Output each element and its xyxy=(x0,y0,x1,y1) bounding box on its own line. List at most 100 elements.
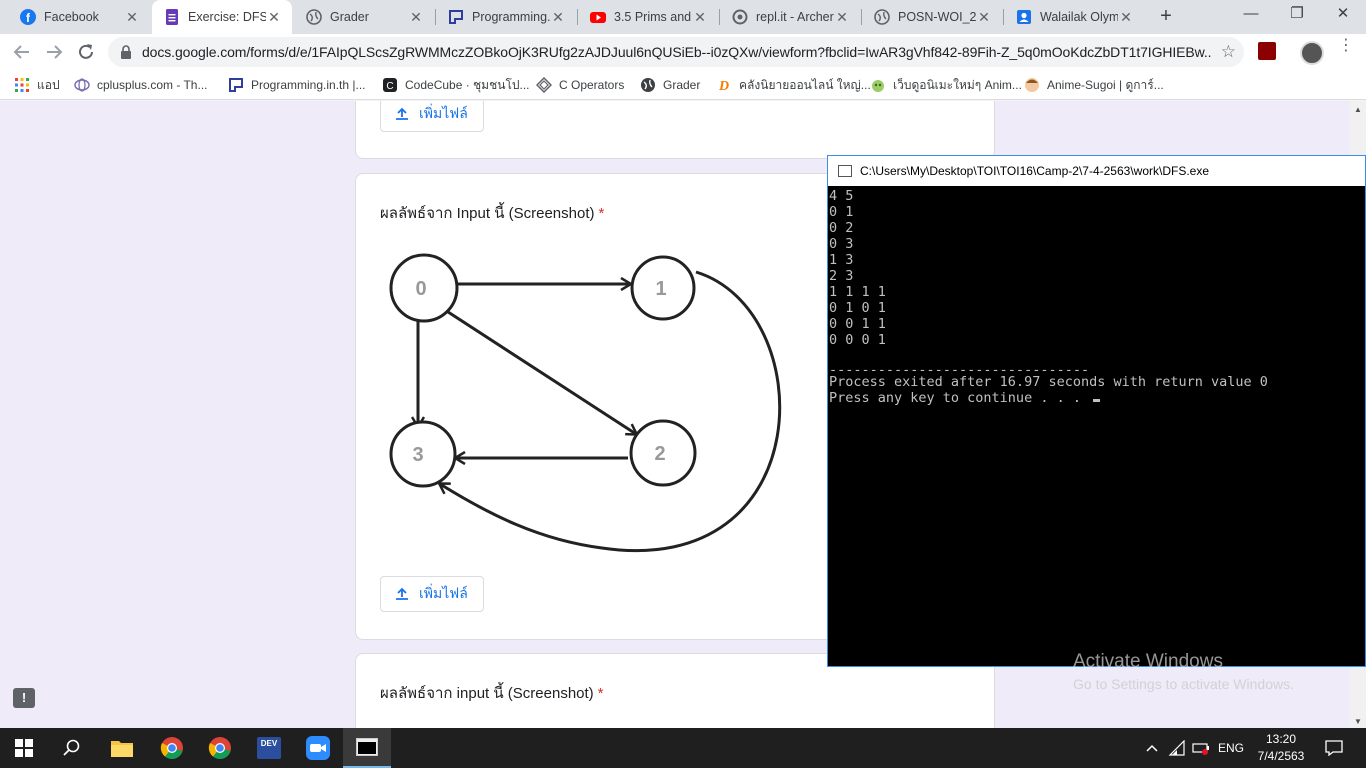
new-tab-button[interactable]: + xyxy=(1154,5,1178,29)
console-line: 0 2 xyxy=(829,220,854,236)
tab-grader[interactable]: Grader ✕ xyxy=(294,0,434,34)
close-tab-icon[interactable]: ✕ xyxy=(408,9,424,26)
bookmark-grader[interactable]: Grader xyxy=(640,76,700,94)
activate-windows-subtitle: Go to Settings to activate Windows. xyxy=(1073,676,1294,692)
browser-menu-button[interactable]: ⋮ xyxy=(1338,38,1354,66)
start-button[interactable] xyxy=(0,728,48,768)
google-forms-icon xyxy=(164,9,180,25)
console-line: 0 0 0 1 xyxy=(829,332,886,348)
bookmark-label: Programming.in.th |... xyxy=(251,78,366,92)
close-window-button[interactable]: ✕ xyxy=(1320,0,1366,30)
report-feedback-button[interactable]: ! xyxy=(13,688,35,708)
add-file-button[interactable]: เพิ่มไฟล์ xyxy=(380,576,484,612)
bookmark-star-icon[interactable]: ☆ xyxy=(1221,42,1236,62)
console-line: Process exited after 16.97 seconds with … xyxy=(829,374,1268,390)
console-titlebar[interactable]: C:\Users\My\Desktop\TOI\TOI16\Camp-2\7-4… xyxy=(828,156,1365,186)
bookmark-cplusplus[interactable]: cplusplus.com - Th... xyxy=(74,76,207,94)
globe-icon xyxy=(306,9,322,25)
browser-toolbar: docs.google.com/forms/d/e/1FAIpQLScsZgRW… xyxy=(0,34,1366,70)
console-window[interactable]: C:\Users\My\Desktop\TOI\TOI16\Camp-2\7-4… xyxy=(827,155,1366,667)
back-button[interactable] xyxy=(10,40,34,64)
bookmark-programming-in-th[interactable]: Programming.in.th |... xyxy=(228,76,366,94)
dev-cpp-icon: DEV xyxy=(257,737,281,759)
scroll-down-arrow-icon[interactable]: ▼ xyxy=(1354,717,1362,726)
tab-youtube-prims[interactable]: 3.5 Prims and K ✕ xyxy=(578,0,718,34)
close-tab-icon[interactable]: ✕ xyxy=(1118,9,1134,26)
bookmark-c-operators[interactable]: C Operators xyxy=(536,76,624,94)
graph-node-label: 1 xyxy=(655,278,666,300)
add-file-label: เพิ่มไฟล์ xyxy=(419,585,468,601)
question-title-text: ผลลัพธ์จาก Input นี้ (Screenshot) xyxy=(380,205,595,222)
console-prompt-line: Press any key to continue . . . xyxy=(829,390,1365,406)
show-hidden-icons-button[interactable] xyxy=(1142,728,1162,768)
tab-programming[interactable]: Programming.i ✕ xyxy=(436,0,576,34)
tab-posn-woi[interactable]: POSN-WOI_2- ✕ xyxy=(862,0,1002,34)
console-window-icon xyxy=(838,165,852,177)
graph-node-3: 3 xyxy=(389,420,457,488)
anime-sugoi-icon xyxy=(1025,78,1039,92)
taskbar-search-button[interactable] xyxy=(48,728,96,768)
bookmark-apps[interactable]: แอป xyxy=(14,76,60,94)
taskbar-clock[interactable]: 13:20 7/4/2563 xyxy=(1248,731,1314,765)
tab-title: Facebook xyxy=(44,10,99,24)
replit-icon xyxy=(732,9,748,25)
bookmark-codecube[interactable]: C CodeCube · ชุมชนโป... xyxy=(382,76,530,94)
taskbar-zoom[interactable] xyxy=(294,728,342,768)
input-language[interactable]: ENG xyxy=(1214,728,1248,768)
network-status[interactable] xyxy=(1166,728,1188,768)
arrow-right-icon xyxy=(47,45,63,59)
url-text[interactable]: docs.google.com/forms/d/e/1FAIpQLScsZgRW… xyxy=(142,44,1212,60)
console-line: 1 1 1 1 xyxy=(829,284,886,300)
globe-icon xyxy=(641,78,655,92)
close-tab-icon[interactable]: ✕ xyxy=(550,9,566,26)
action-center-button[interactable] xyxy=(1318,728,1350,768)
console-line: 0 3 xyxy=(829,236,854,252)
close-tab-icon[interactable]: ✕ xyxy=(266,9,282,26)
windows-logo-icon xyxy=(15,739,33,757)
profile-avatar[interactable] xyxy=(1300,41,1324,65)
taskbar-chrome-1[interactable] xyxy=(148,728,196,768)
tab-facebook[interactable]: f Facebook ✕ xyxy=(8,0,150,34)
taskbar-console[interactable] xyxy=(343,728,391,768)
close-tab-icon[interactable]: ✕ xyxy=(692,9,708,26)
tab-exercise-dfs[interactable]: Exercise: DFS c ✕ xyxy=(152,0,292,34)
tab-walailak[interactable]: Walailak Olymp ✕ xyxy=(1004,0,1144,34)
taskbar-file-explorer[interactable] xyxy=(98,728,146,768)
chrome-icon xyxy=(208,737,231,759)
restore-button[interactable]: ❐ xyxy=(1274,0,1320,30)
apps-grid-icon xyxy=(15,78,29,92)
add-file-button[interactable]: เพิ่มไฟล์ xyxy=(380,101,484,132)
tab-title: Walailak Olymp xyxy=(1040,10,1118,24)
close-tab-icon[interactable]: ✕ xyxy=(976,9,992,26)
bookmark-anime-sugoi[interactable]: Anime-Sugoi | ดูการ์... xyxy=(1024,76,1164,94)
console-line: Press any key to continue . . . xyxy=(829,390,1090,406)
minimize-button[interactable]: — xyxy=(1228,0,1274,30)
reload-icon xyxy=(79,44,93,59)
tab-replit[interactable]: repl.it - Archer ✕ xyxy=(720,0,860,34)
scroll-up-arrow-icon[interactable]: ▲ xyxy=(1354,105,1362,114)
taskbar-chrome-2[interactable] xyxy=(196,728,244,768)
reload-button[interactable] xyxy=(74,40,98,64)
clock-date: 7/4/2563 xyxy=(1257,749,1305,763)
console-line: 0 0 1 1 xyxy=(829,316,886,332)
console-line: 0 1 xyxy=(829,204,854,220)
bookmark-label: CodeCube · ชุมชนโป... xyxy=(405,77,530,92)
battery-status[interactable] xyxy=(1190,728,1212,768)
upload-icon xyxy=(396,107,408,120)
question-title: ผลลัพธ์จาก Input นี้ (Screenshot) * xyxy=(380,201,604,225)
required-asterisk: * xyxy=(598,205,605,222)
taskbar-dev-cpp[interactable]: DEV xyxy=(245,728,293,768)
bookmark-dek-d[interactable]: D คลังนิยายออนไลน์ ใหญ่... xyxy=(716,76,871,94)
close-tab-icon[interactable]: ✕ xyxy=(124,9,140,26)
bookmark-label: เว็บดูอนิเมะใหม่ๆ Anim... xyxy=(893,77,1022,92)
required-asterisk: * xyxy=(597,685,604,702)
close-tab-icon[interactable]: ✕ xyxy=(834,9,850,26)
pdf-extension-icon[interactable] xyxy=(1258,42,1276,60)
bookmark-anime-site[interactable]: เว็บดูอนิเมะใหม่ๆ Anim... xyxy=(870,76,1022,94)
bookmark-label: แอป xyxy=(37,77,60,92)
address-bar[interactable]: docs.google.com/forms/d/e/1FAIpQLScsZgRW… xyxy=(108,37,1244,67)
clock-time: 13:20 xyxy=(1265,732,1297,746)
console-output[interactable]: 4 50 10 20 31 32 31 1 1 10 1 0 10 0 1 10… xyxy=(828,186,1365,406)
forward-button[interactable] xyxy=(42,40,66,64)
graph-node-label: 0 xyxy=(415,278,426,300)
